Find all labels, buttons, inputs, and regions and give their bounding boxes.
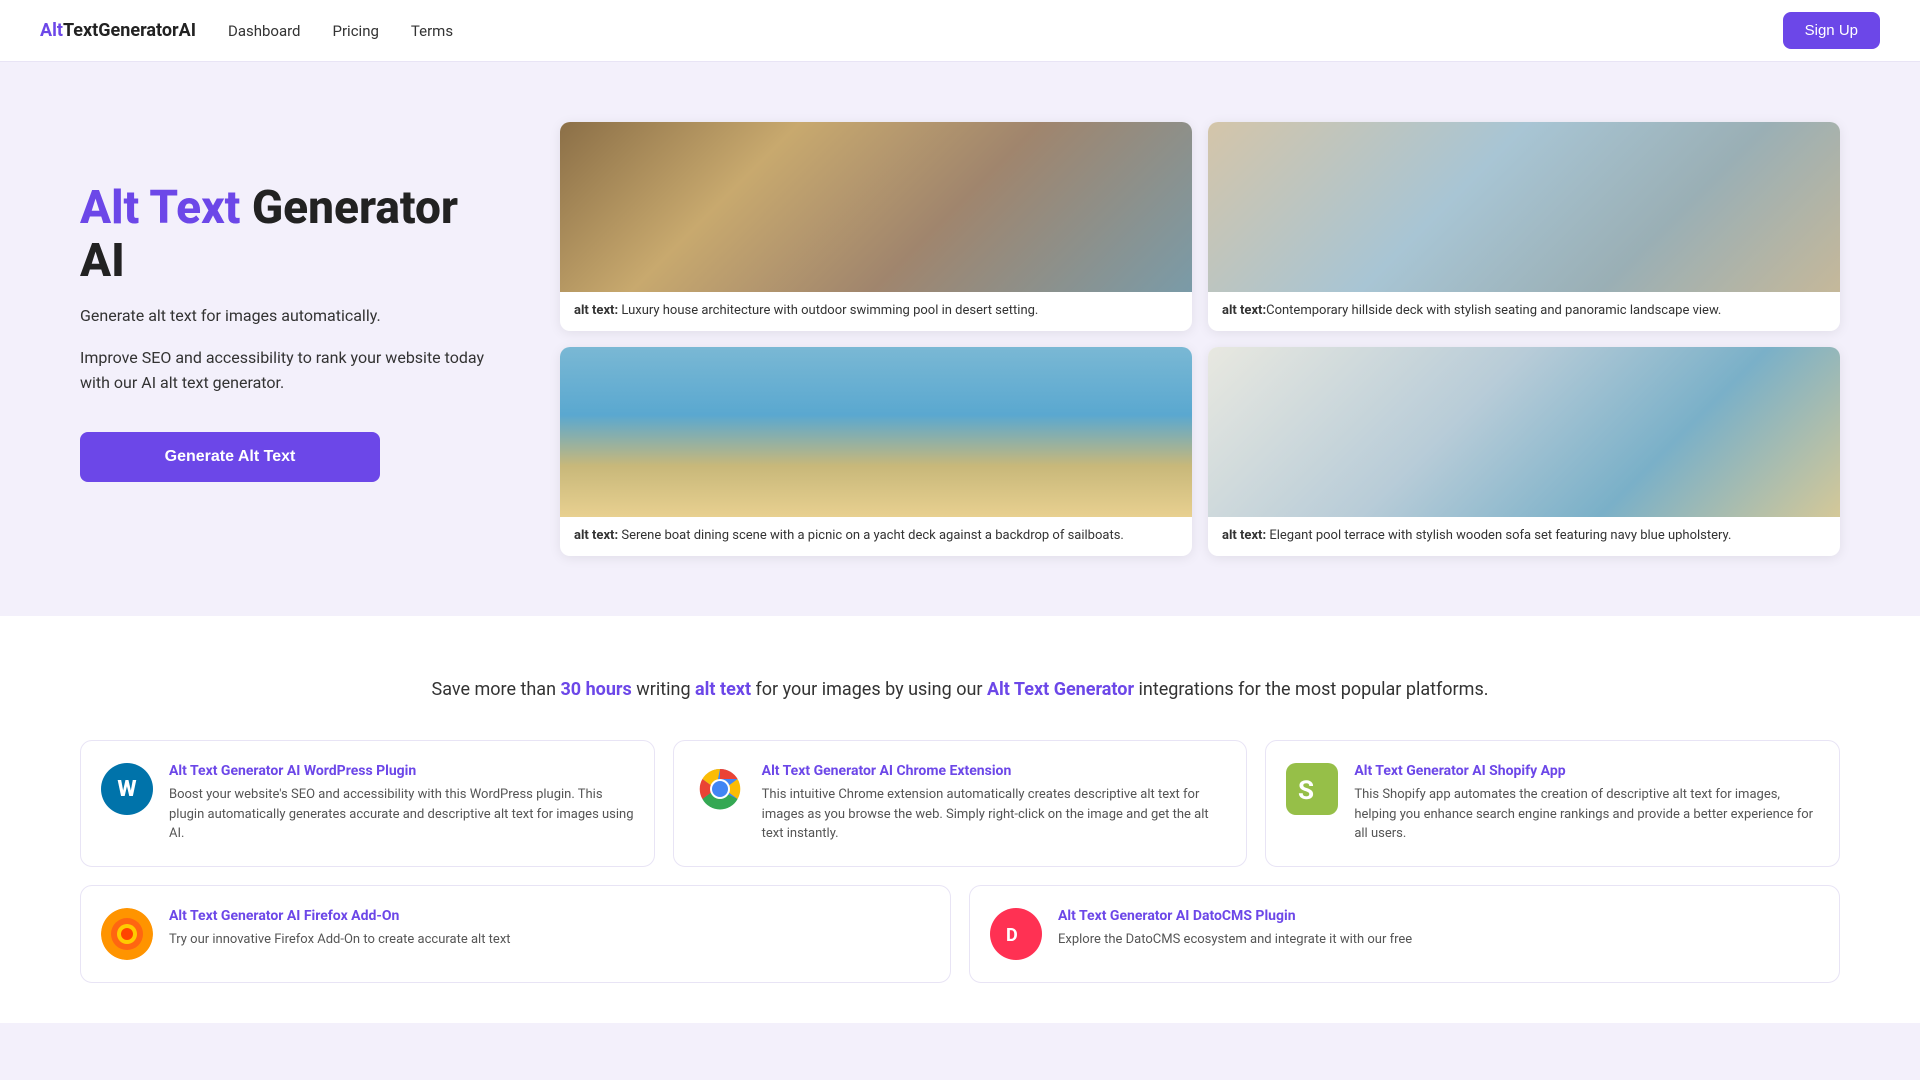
chrome-title: Alt Text Generator AI Chrome Extension — [762, 763, 1227, 779]
chrome-content: Alt Text Generator AI Chrome Extension T… — [762, 763, 1227, 844]
generator-link[interactable]: Alt Text Generator — [987, 679, 1134, 700]
alt-text-value-3: Serene boat dining scene with a picnic o… — [618, 528, 1124, 543]
svg-text:D: D — [1006, 925, 1018, 946]
image-3 — [560, 347, 1192, 517]
logo[interactable]: AltTextGeneratorAI — [40, 20, 196, 41]
hours-highlight: 30 hours — [560, 679, 631, 700]
logo-text: Text — [63, 20, 98, 41]
nav-pricing[interactable]: Pricing — [333, 22, 379, 40]
wordpress-card: W Alt Text Generator AI WordPress Plugin… — [80, 740, 655, 867]
headline-part1: Save more than — [432, 679, 561, 700]
logo-brand: GeneratorAI — [98, 20, 196, 41]
datocms-desc: Explore the DatoCMS ecosystem and integr… — [1058, 930, 1412, 950]
headline-part4: integrations for the most popular platfo… — [1134, 679, 1488, 700]
chrome-desc: This intuitive Chrome extension automati… — [762, 785, 1227, 844]
image-4 — [1208, 347, 1840, 517]
alt-text-value-4: Elegant pool terrace with stylish wooden… — [1266, 528, 1731, 543]
image-card-1: alt text: Luxury house architecture with… — [560, 122, 1192, 331]
headline-part2: writing — [632, 679, 695, 700]
wordpress-icon: W — [101, 763, 153, 815]
shopify-card: S Alt Text Generator AI Shopify App This… — [1265, 740, 1840, 867]
image-grid: alt text: Luxury house architecture with… — [560, 122, 1840, 556]
image-caption-4: alt text: Elegant pool terrace with styl… — [1208, 517, 1840, 556]
generate-alt-text-button[interactable]: Generate Alt Text — [80, 432, 380, 482]
alt-text-highlight: alt text — [695, 679, 751, 700]
wordpress-content: Alt Text Generator AI WordPress Plugin B… — [169, 763, 634, 844]
signup-button[interactable]: Sign Up — [1783, 12, 1880, 49]
shopify-icon: S — [1286, 763, 1338, 815]
image-card-2: alt text:Contemporary hillside deck with… — [1208, 122, 1840, 331]
hero-title: Alt Text Generator AI — [80, 182, 500, 288]
wordpress-title: Alt Text Generator AI WordPress Plugin — [169, 763, 634, 779]
hero-section: Alt Text Generator AI Generate alt text … — [0, 62, 1920, 616]
nav-left: AltTextGeneratorAI Dashboard Pricing Ter… — [40, 20, 453, 41]
datocms-card: D Alt Text Generator AI DatoCMS Plugin E… — [969, 885, 1840, 983]
datocms-icon: D — [990, 908, 1042, 960]
firefox-content: Alt Text Generator AI Firefox Add-On Try… — [169, 908, 511, 950]
shopify-desc: This Shopify app automates the creation … — [1354, 785, 1819, 844]
datocms-title: Alt Text Generator AI DatoCMS Plugin — [1058, 908, 1412, 924]
firefox-icon — [101, 908, 153, 960]
nav-dashboard[interactable]: Dashboard — [228, 22, 301, 40]
alt-text-label-3: alt text: — [574, 528, 618, 543]
image-caption-3: alt text: Serene boat dining scene with … — [560, 517, 1192, 556]
hero-title-purple: Alt Text — [80, 181, 240, 235]
image-1 — [560, 122, 1192, 292]
firefox-title: Alt Text Generator AI Firefox Add-On — [169, 908, 511, 924]
integrations-headline: Save more than 30 hours writing alt text… — [80, 676, 1840, 705]
hero-description: Improve SEO and accessibility to rank yo… — [80, 345, 500, 396]
headline-part3: for your images by using our — [751, 679, 987, 700]
chrome-card: Alt Text Generator AI Chrome Extension T… — [673, 740, 1248, 867]
alt-text-value-1: Luxury house architecture with outdoor s… — [618, 303, 1038, 318]
chrome-icon — [694, 763, 746, 815]
svg-text:S: S — [1298, 776, 1314, 806]
alt-text-value-2: Contemporary hillside deck with stylish … — [1266, 303, 1721, 318]
image-caption-1: alt text: Luxury house architecture with… — [560, 292, 1192, 331]
alt-text-label-1: alt text: — [574, 303, 618, 318]
nav-terms[interactable]: Terms — [411, 22, 453, 40]
hero-subtitle: Generate alt text for images automatical… — [80, 306, 500, 325]
image-card-3: alt text: Serene boat dining scene with … — [560, 347, 1192, 556]
integration-cards-row2: Alt Text Generator AI Firefox Add-On Try… — [80, 885, 1840, 983]
hero-left: Alt Text Generator AI Generate alt text … — [80, 122, 500, 482]
shopify-title: Alt Text Generator AI Shopify App — [1354, 763, 1819, 779]
firefox-desc: Try our innovative Firefox Add-On to cre… — [169, 930, 511, 950]
image-card-4: alt text: Elegant pool terrace with styl… — [1208, 347, 1840, 556]
integration-cards-row1: W Alt Text Generator AI WordPress Plugin… — [80, 740, 1840, 867]
integrations-section: Save more than 30 hours writing alt text… — [0, 616, 1920, 1023]
alt-text-label-4: alt text: — [1222, 528, 1266, 543]
alt-text-label-2: alt text: — [1222, 303, 1266, 318]
wordpress-desc: Boost your website's SEO and accessibili… — [169, 785, 634, 844]
firefox-card: Alt Text Generator AI Firefox Add-On Try… — [80, 885, 951, 983]
shopify-content: Alt Text Generator AI Shopify App This S… — [1354, 763, 1819, 844]
logo-alt: Alt — [40, 20, 63, 41]
image-2 — [1208, 122, 1840, 292]
navbar: AltTextGeneratorAI Dashboard Pricing Ter… — [0, 0, 1920, 62]
datocms-content: Alt Text Generator AI DatoCMS Plugin Exp… — [1058, 908, 1412, 950]
image-caption-2: alt text:Contemporary hillside deck with… — [1208, 292, 1840, 331]
